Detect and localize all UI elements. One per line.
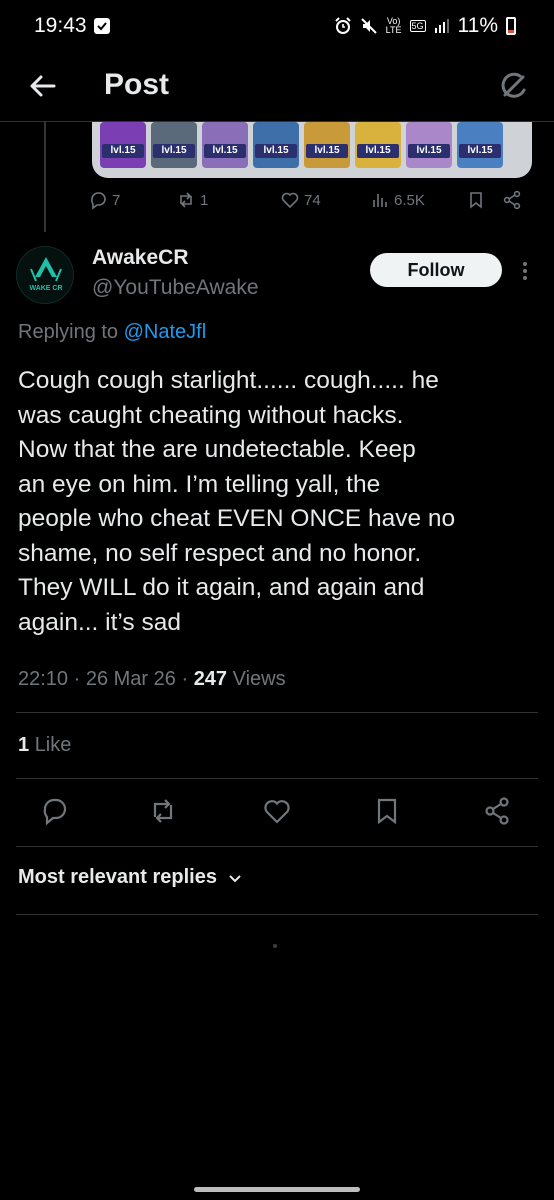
status-bar: 19:43 Vo) LTE 5G 11%: [0, 0, 554, 56]
reply-icon[interactable]: [40, 796, 70, 826]
status-icons: Vo) LTE 5G 11%: [334, 14, 516, 38]
card-image: lvl.15: [100, 122, 146, 168]
previous-share-button[interactable]: [502, 190, 522, 210]
chevron-down-icon: [229, 874, 241, 882]
page-title: Post: [104, 68, 170, 101]
network-indicator: 5G: [409, 19, 426, 32]
author-handle[interactable]: @YouTubeAwake: [92, 276, 259, 300]
like-label: Like: [34, 734, 72, 756]
previous-views-button[interactable]: 6.5K: [370, 190, 425, 210]
like-icon[interactable]: [262, 796, 292, 826]
card-image: lvl.15: [406, 122, 452, 168]
signal-icon: [434, 19, 449, 33]
previous-reply-button[interactable]: 7: [88, 190, 120, 210]
card-deck-image: lvl.15 lvl.15 lvl.15 lvl.15 lvl.15 lvl.1…: [100, 122, 524, 178]
reply-sort-label: Most relevant replies: [18, 866, 217, 888]
divider: [16, 914, 538, 915]
gesture-home-bar[interactable]: [194, 1187, 360, 1192]
awake-logo-icon: WAKE CR: [29, 257, 63, 292]
previous-repost-count: 1: [200, 191, 209, 209]
bookmark-icon: [470, 192, 482, 209]
more-icon[interactable]: [518, 260, 532, 282]
views-icon: [373, 194, 387, 207]
tweet-views-count[interactable]: 247: [194, 668, 227, 690]
tweet-views-label: Views: [232, 668, 286, 690]
top-app-bar: Post: [0, 56, 554, 122]
repost-icon: [180, 192, 192, 208]
share-icon[interactable]: [482, 796, 512, 826]
tweet-actions: [0, 796, 554, 832]
tweet-meta: 22:10 · 26 Mar 26 · 247 Views: [18, 668, 286, 690]
card-image: lvl.15: [253, 122, 299, 168]
share-icon: [503, 190, 521, 210]
avatar[interactable]: WAKE CR: [16, 246, 74, 304]
previous-like-button[interactable]: 74: [280, 190, 321, 210]
previous-bookmark-button[interactable]: [466, 190, 486, 210]
battery-percent: 11%: [457, 14, 498, 37]
card-image: lvl.15: [202, 122, 248, 168]
svg-text:WAKE CR: WAKE CR: [29, 285, 62, 292]
previous-views-count: 6.5K: [394, 191, 425, 209]
previous-like-count: 74: [304, 191, 321, 209]
card-image: lvl.15: [304, 122, 350, 168]
repost-icon[interactable]: [148, 796, 178, 826]
replying-to: Replying to @NateJfl: [18, 321, 207, 343]
like-count: 1: [18, 734, 30, 756]
like-icon: [281, 192, 299, 209]
tweet-date: 26 Mar 26: [85, 668, 176, 690]
replying-to-link[interactable]: @NateJfl: [124, 321, 207, 343]
volte-indicator: Vo) LTE: [385, 16, 402, 35]
grok-icon[interactable]: [496, 68, 532, 104]
likes-summary[interactable]: 1 Like: [18, 734, 71, 757]
bookmark-icon[interactable]: [372, 796, 402, 826]
back-arrow-icon[interactable]: [26, 70, 58, 102]
loading-indicator: [273, 944, 277, 948]
reply-icon: [91, 192, 106, 210]
previous-tweet-image[interactable]: lvl.15 lvl.15 lvl.15 lvl.15 lvl.15 lvl.1…: [92, 122, 532, 178]
thread-connector-line: [44, 122, 46, 232]
divider: [16, 846, 538, 847]
previous-reply-count: 7: [112, 191, 121, 209]
mute-icon: [360, 18, 377, 34]
divider: [16, 712, 538, 713]
author-name[interactable]: AwakeCR: [92, 246, 189, 270]
divider: [16, 778, 538, 779]
previous-repost-button[interactable]: 1: [176, 190, 208, 210]
follow-button[interactable]: Follow: [370, 253, 502, 287]
tweet-text: Cough cough starlight...... cough..... h…: [18, 367, 456, 636]
previous-tweet-actions: 7 1 74 6.5K: [88, 190, 528, 220]
tweet-time: 22:10: [18, 668, 69, 690]
card-image: lvl.15: [355, 122, 401, 168]
alarm-icon: [334, 17, 351, 34]
card-image: lvl.15: [151, 122, 197, 168]
reply-sort-dropdown[interactable]: Most relevant replies: [18, 866, 243, 889]
battery-icon: [506, 17, 516, 35]
status-time: 19:43: [34, 14, 87, 37]
card-image: lvl.15: [457, 122, 503, 168]
notification-check-icon: [94, 18, 110, 34]
